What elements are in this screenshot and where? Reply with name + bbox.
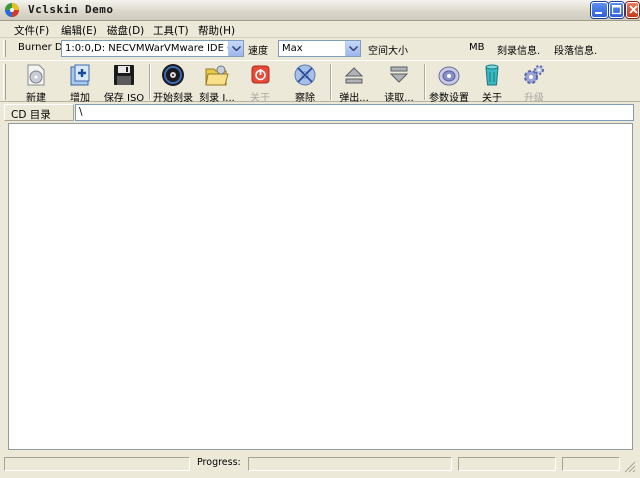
menu-edit[interactable]: 编辑(E) bbox=[61, 23, 97, 38]
chevron-down-icon bbox=[349, 46, 358, 51]
disc-settings-icon bbox=[438, 66, 460, 86]
progress-label: Progress: bbox=[197, 457, 241, 468]
status-panel-size bbox=[458, 457, 556, 471]
upgrade-label: 升级 bbox=[524, 93, 544, 104]
close-session-label: 关于 bbox=[250, 93, 270, 104]
status-panel-extra bbox=[562, 457, 620, 471]
about-button[interactable]: 关于 bbox=[474, 62, 510, 104]
space-label: 空间大小 bbox=[368, 46, 408, 57]
add-label: 增加 bbox=[70, 93, 90, 104]
about-label: 关于 bbox=[482, 93, 502, 104]
cd-path-field[interactable]: \ bbox=[75, 104, 634, 121]
erase-button[interactable]: 察除 bbox=[284, 62, 326, 104]
close-button[interactable] bbox=[626, 2, 639, 18]
toolbar-separator bbox=[330, 64, 332, 100]
eject-icon bbox=[344, 67, 364, 84]
burner-label: Burner D: bbox=[18, 42, 66, 53]
burn-info-label: 刻录信息. bbox=[497, 46, 541, 57]
file-list-view[interactable] bbox=[8, 123, 633, 450]
upgrade-button[interactable]: 升级 bbox=[514, 62, 554, 104]
speed-label: 速度 bbox=[248, 46, 268, 57]
close-icon bbox=[629, 5, 638, 14]
add-file-icon bbox=[70, 64, 90, 86]
dropdown-button[interactable] bbox=[345, 41, 360, 56]
status-panel-main bbox=[4, 457, 190, 471]
status-bar: Progress: bbox=[0, 455, 640, 478]
recycle-bin-icon bbox=[485, 64, 499, 86]
title-bar: Vclskin Demo bbox=[0, 0, 640, 21]
burn-image-label: 刻录 I... bbox=[199, 93, 235, 104]
new-disc-icon bbox=[27, 64, 45, 86]
maximize-icon bbox=[612, 5, 622, 15]
new-label: 新建 bbox=[26, 93, 46, 104]
main-toolbar: 新建 增加 保存 ISO 开始刻录 刻录 I... 关于 察除 弹出... 读取… bbox=[0, 60, 640, 104]
toolbar-grip[interactable] bbox=[3, 64, 6, 100]
progress-bar bbox=[248, 457, 452, 471]
start-burn-label: 开始刻录 bbox=[153, 93, 193, 104]
minimize-button[interactable] bbox=[591, 2, 608, 18]
chevron-down-icon bbox=[232, 46, 241, 51]
eject-label: 弹出... bbox=[339, 93, 369, 104]
save-iso-button[interactable]: 保存 ISO bbox=[102, 62, 146, 104]
segment-info-label: 段落信息. bbox=[554, 46, 598, 57]
close-session-button[interactable]: 关于 bbox=[240, 62, 280, 104]
read-label: 读取... bbox=[384, 93, 414, 104]
open-folder-icon bbox=[205, 65, 229, 86]
menu-disk[interactable]: 磁盘(D) bbox=[107, 23, 144, 38]
burner-bar: Burner D: 1:0:0,D: NECVMWarVMware IDE CD… bbox=[0, 38, 640, 59]
erase-label: 察除 bbox=[295, 93, 315, 104]
read-button[interactable]: 读取... bbox=[378, 62, 420, 104]
toolbar-separator bbox=[149, 64, 151, 100]
menu-bar: 文件(F) 编辑(E) 磁盘(D) 工具(T) 帮助(H) bbox=[0, 21, 640, 38]
burner-device-select[interactable]: 1:0:0,D: NECVMWarVMware IDE CDR101... bbox=[61, 40, 244, 57]
menu-file[interactable]: 文件(F) bbox=[14, 23, 49, 38]
menu-help[interactable]: 帮助(H) bbox=[198, 23, 235, 38]
minimize-icon bbox=[595, 12, 602, 14]
add-button[interactable]: 增加 bbox=[60, 62, 100, 104]
menu-tools[interactable]: 工具(T) bbox=[153, 23, 189, 38]
dropdown-button[interactable] bbox=[228, 41, 243, 56]
burner-device-value: 1:0:0,D: NECVMWarVMware IDE CDR101... bbox=[65, 43, 243, 54]
path-bar: CD 目录 \ bbox=[0, 103, 640, 123]
erase-disc-icon bbox=[294, 64, 316, 86]
eject-button[interactable]: 弹出... bbox=[334, 62, 374, 104]
burn-disc-icon bbox=[162, 64, 184, 86]
space-unit: MB bbox=[469, 42, 485, 53]
floppy-disk-icon bbox=[114, 65, 134, 85]
window-title: Vclskin Demo bbox=[28, 3, 114, 16]
burn-image-button[interactable]: 刻录 I... bbox=[196, 62, 238, 104]
settings-label: 参数设置 bbox=[429, 93, 469, 104]
power-icon bbox=[251, 65, 270, 84]
toolbar-separator bbox=[424, 64, 426, 100]
save-iso-label: 保存 ISO bbox=[103, 93, 145, 104]
speed-select[interactable]: Max bbox=[278, 40, 361, 57]
new-button[interactable]: 新建 bbox=[14, 62, 58, 104]
gears-icon bbox=[524, 65, 544, 84]
toolbar-grip[interactable] bbox=[3, 40, 6, 57]
app-icon bbox=[5, 3, 19, 17]
speed-value: Max bbox=[282, 43, 303, 54]
maximize-button[interactable] bbox=[609, 2, 624, 18]
settings-button[interactable]: 参数设置 bbox=[428, 62, 470, 104]
cd-directory-label: CD 目录 bbox=[4, 104, 74, 121]
load-tray-icon bbox=[389, 66, 409, 83]
start-burn-button[interactable]: 开始刻录 bbox=[152, 62, 194, 104]
resize-grip-icon[interactable] bbox=[624, 461, 636, 473]
